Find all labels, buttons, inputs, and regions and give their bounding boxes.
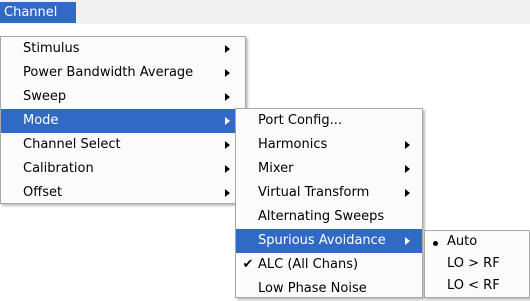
menu-item-label: Port Config... <box>258 113 343 128</box>
radio-dot-icon <box>433 241 438 246</box>
menu-item-label: Mixer <box>258 161 294 176</box>
menu-item-label: Offset <box>23 185 63 200</box>
menu-item-label: LO < RF <box>447 278 500 293</box>
menu-item-offset[interactable]: Offset <box>1 181 245 205</box>
menu-item-label: Mode <box>23 113 59 128</box>
menu-item-low-phase-noise[interactable]: Low Phase Noise <box>236 277 422 301</box>
menu-item-label: Alternating Sweeps <box>258 209 385 224</box>
menu-bar: Channel <box>0 0 530 24</box>
menu-item-sweep[interactable]: Sweep <box>1 85 245 109</box>
menu-item-auto[interactable]: Auto <box>425 231 529 253</box>
chevron-right-icon <box>405 237 410 245</box>
menu-item-label: Spurious Avoidance <box>258 233 386 248</box>
menu-item-label: Auto <box>447 234 478 249</box>
chevron-right-icon <box>225 45 230 53</box>
menu-item-label: Stimulus <box>23 41 80 56</box>
menu-item-calibration[interactable]: Calibration <box>1 157 245 181</box>
menu-item-lo-lt-rf[interactable]: LO < RF <box>425 275 529 297</box>
menu-item-label: ALC (All Chans) <box>258 257 359 272</box>
checkmark-icon: ✔ <box>242 257 254 272</box>
menu-item-harmonics[interactable]: Harmonics <box>236 133 422 157</box>
menu-item-label: Channel Select <box>23 137 121 152</box>
menu-item-alc-all-chans[interactable]: ✔ ALC (All Chans) <box>236 253 422 277</box>
menu-item-virtual-transform[interactable]: Virtual Transform <box>236 181 422 205</box>
menu-item-mixer[interactable]: Mixer <box>236 157 422 181</box>
menu-item-port-config[interactable]: Port Config... <box>236 109 422 133</box>
spurious-avoidance-submenu: Auto LO > RF LO < RF <box>424 230 530 298</box>
menu-item-label: Harmonics <box>258 137 328 152</box>
menu-item-label: Sweep <box>23 89 67 104</box>
chevron-right-icon <box>225 165 230 173</box>
menu-item-lo-gt-rf[interactable]: LO > RF <box>425 253 529 275</box>
menu-item-label: Low Phase Noise <box>258 281 367 296</box>
chevron-right-icon <box>225 141 230 149</box>
channel-menu: Stimulus Power Bandwidth Average Sweep M… <box>0 36 246 204</box>
chevron-right-icon <box>225 93 230 101</box>
menu-item-alternating-sweeps[interactable]: Alternating Sweeps <box>236 205 422 229</box>
mode-submenu: Port Config... Harmonics Mixer Virtual T… <box>235 108 423 298</box>
menu-item-label: Power Bandwidth Average <box>23 65 194 80</box>
chevron-right-icon <box>405 189 410 197</box>
menu-item-label: LO > RF <box>447 256 500 271</box>
menu-item-channel-select[interactable]: Channel Select <box>1 133 245 157</box>
chevron-right-icon <box>225 69 230 77</box>
menu-item-mode[interactable]: Mode <box>1 109 245 133</box>
chevron-right-icon <box>225 189 230 197</box>
menu-item-label: Virtual Transform <box>258 185 370 200</box>
chevron-right-icon <box>405 165 410 173</box>
chevron-right-icon <box>405 141 410 149</box>
menu-channel[interactable]: Channel <box>0 2 76 23</box>
chevron-right-icon <box>225 117 230 125</box>
menu-item-stimulus[interactable]: Stimulus <box>1 37 245 61</box>
menu-item-spurious-avoidance[interactable]: Spurious Avoidance <box>236 229 422 253</box>
menu-item-label: Calibration <box>23 161 94 176</box>
menu-item-power-bandwidth-average[interactable]: Power Bandwidth Average <box>1 61 245 85</box>
